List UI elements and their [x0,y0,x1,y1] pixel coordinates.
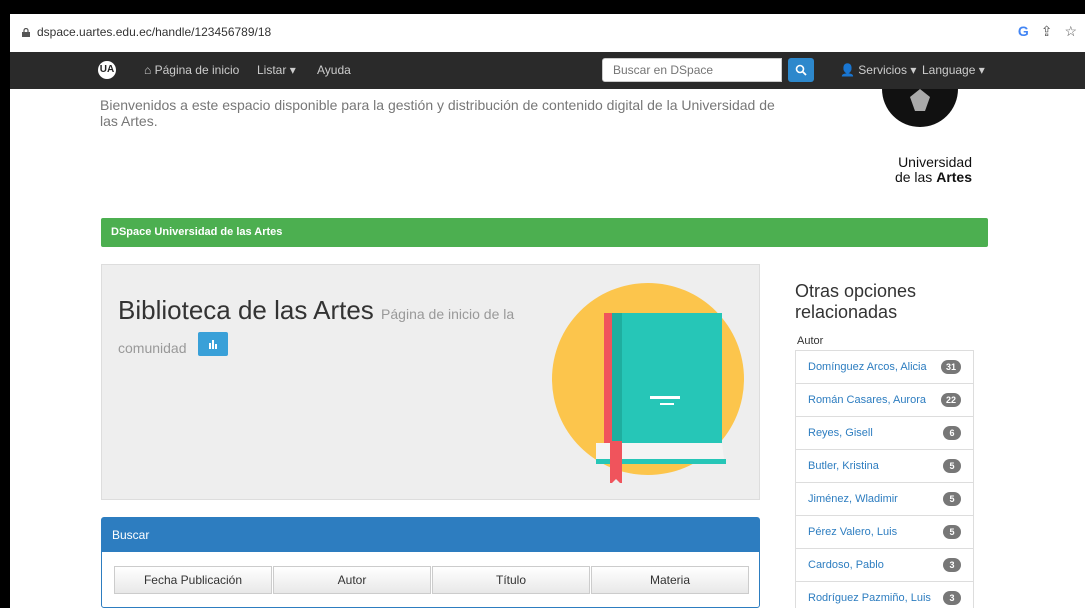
list-item[interactable]: Rodríguez Pazmiño, Luis 3 [796,582,973,608]
address-bar-icons: G ⇪ ☆ [1018,23,1077,40]
search-button[interactable] [788,58,814,82]
star-icon[interactable]: ☆ [1064,23,1077,40]
browse-tabs: Fecha Publicación Autor Título Materia [114,566,750,594]
bar-chart-icon [208,340,217,350]
author-name: Butler, Kristina [808,460,879,472]
nav-home[interactable]: ⌂ Página de inicio [144,63,239,77]
browse-titulo-button[interactable]: Título [432,566,590,594]
community-title: Biblioteca de las Artes Página de inicio… [118,295,528,363]
main-content: Bienvenidos a este espacio disponible pa… [10,89,1085,608]
sidebar-title: Otras opciones relacionadas [795,281,917,322]
list-item[interactable]: Pérez Valero, Luis 5 [796,516,973,549]
nav-listar-label: Listar [257,63,287,77]
user-icon: 👤 [840,63,855,77]
list-item[interactable]: Jiménez, Wladimir 5 [796,483,973,516]
list-item[interactable]: Cardoso, Pablo 3 [796,549,973,582]
nav-ayuda[interactable]: Ayuda [317,63,351,77]
browse-autor-button[interactable]: Autor [273,566,431,594]
buscar-header: Buscar [102,518,759,552]
nav-servicios[interactable]: 👤 Servicios ▾ [840,63,916,77]
list-item[interactable]: Domínguez Arcos, Alicia 31 [796,351,973,384]
nav-home-label: Página de inicio [154,63,240,77]
count-badge: 3 [943,558,961,572]
browser-window: dspace.uartes.edu.ec/handle/123456789/18… [10,14,1085,608]
share-icon[interactable]: ⇪ [1041,23,1053,40]
caret-down-icon: ▾ [978,63,985,77]
logo-line-1: Universidad [898,154,972,170]
nav-language-label: Language [922,63,976,77]
author-name: Jiménez, Wladimir [808,493,898,505]
author-name: Rodríguez Pazmiño, Luis [808,592,931,604]
search-icon [795,64,807,76]
universidad-logo-text: Universidad de las Artes [862,155,972,185]
list-item[interactable]: Reyes, Gisell 6 [796,417,973,450]
buscar-panel: Buscar Fecha Publicación Autor Título Ma… [101,517,760,608]
nav-language[interactable]: Language ▾ [922,63,985,77]
count-badge: 3 [943,591,961,605]
home-icon: ⌂ [144,63,152,77]
community-title-text: Biblioteca de las Artes [118,295,374,325]
browse-materia-button[interactable]: Materia [591,566,749,594]
welcome-text: Bienvenidos a este espacio disponible pa… [100,97,775,129]
caret-down-icon: ▾ [910,63,917,77]
author-name: Cardoso, Pablo [808,559,884,571]
count-badge: 6 [943,426,961,440]
count-badge: 31 [940,360,961,374]
breadcrumb[interactable]: DSpace Universidad de las Artes [101,218,988,247]
caret-down-icon: ▾ [289,63,296,77]
author-name: Reyes, Gisell [808,427,873,439]
list-item[interactable]: Butler, Kristina 5 [796,450,973,483]
count-badge: 5 [943,525,961,539]
author-name: Román Casares, Aurora [808,394,926,406]
logo-line-2-bold: Artes [936,169,972,185]
url-text[interactable]: dspace.uartes.edu.ec/handle/123456789/18 [37,25,271,39]
community-jumbotron: Biblioteca de las Artes Página de inicio… [101,264,760,500]
logo-line-2: de las Artes [862,170,972,185]
statistics-button[interactable] [197,332,228,357]
author-name: Domínguez Arcos, Alicia [808,361,927,373]
logo-line-2-prefix: de las [894,169,937,185]
nav-listar[interactable]: Listar ▾ [257,63,296,77]
autor-label: Autor [797,335,824,347]
author-name: Pérez Valero, Luis [808,526,898,538]
autor-list: Domínguez Arcos, Alicia 31 Román Casares,… [795,350,974,608]
navbar: UA ⌂ Página de inicio Listar ▾ Ayuda 👤 S… [10,52,1085,89]
search-input[interactable] [602,58,782,82]
ua-logo-icon[interactable]: UA [98,61,116,79]
count-badge: 5 [943,459,961,473]
count-badge: 5 [943,492,961,506]
lock-icon [22,28,30,37]
book-illustration-icon [552,283,744,483]
list-item[interactable]: Román Casares, Aurora 22 [796,384,973,417]
count-badge: 22 [940,393,961,407]
address-bar: dspace.uartes.edu.ec/handle/123456789/18… [10,14,1085,53]
nav-servicios-label: Servicios [858,63,907,77]
browse-fecha-button[interactable]: Fecha Publicación [114,566,272,594]
google-icon[interactable]: G [1018,23,1029,40]
